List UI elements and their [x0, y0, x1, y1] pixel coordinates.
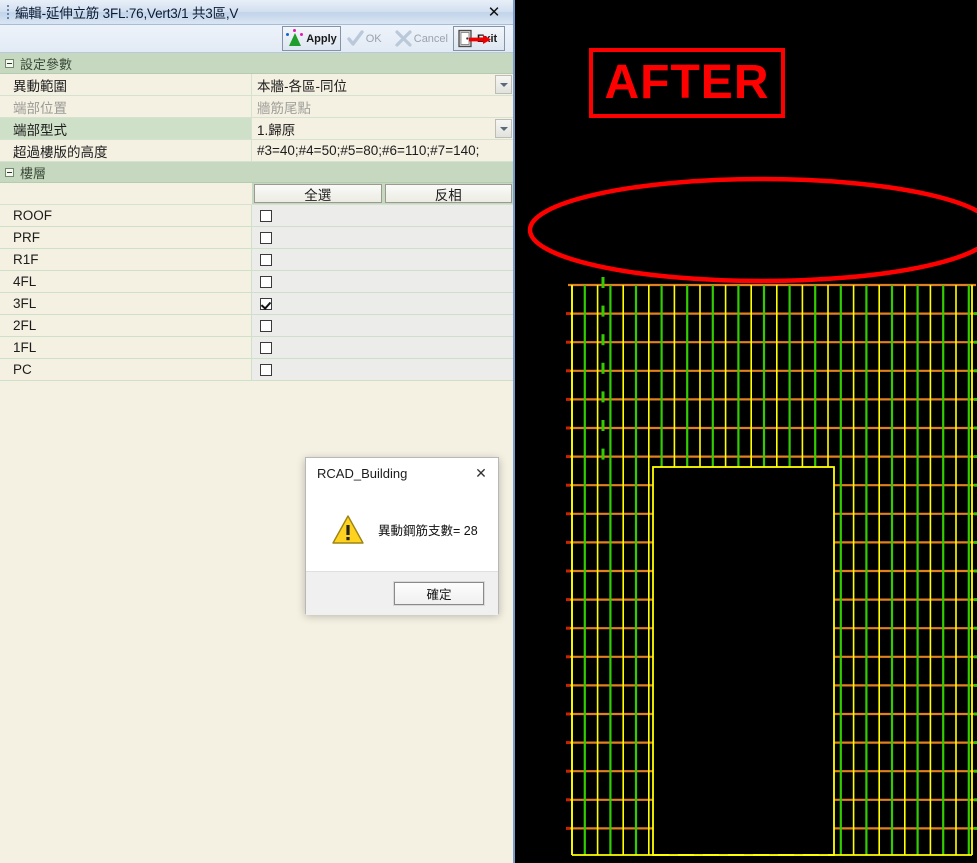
- floor-row[interactable]: 1FL: [0, 337, 513, 359]
- floor-label: 2FL: [0, 315, 252, 336]
- floor-checkbox[interactable]: [260, 341, 272, 354]
- close-icon[interactable]: ✕: [470, 462, 492, 484]
- settings-section-title: 設定參數: [20, 56, 73, 72]
- floors-section-header: 樓層: [0, 162, 513, 183]
- property-row-change-scope[interactable]: 異動範圍 本牆-各區-同位: [0, 74, 513, 96]
- drag-grip-icon[interactable]: [3, 0, 13, 25]
- floor-label: 3FL: [0, 293, 252, 314]
- property-label: 異動範圍: [0, 74, 252, 95]
- message-dialog-title-bar: RCAD_Building ✕: [306, 458, 498, 488]
- floor-checkbox-cell[interactable]: [252, 359, 513, 380]
- property-value-text: 牆筋尾點: [257, 100, 311, 116]
- floor-row[interactable]: 4FL: [0, 271, 513, 293]
- rcad-message-dialog: RCAD_Building ✕ 異動鋼筋支數= 28 確定: [305, 457, 499, 615]
- property-value[interactable]: 1.歸原: [252, 118, 513, 139]
- red-arrow-icon: [469, 35, 491, 44]
- spacer: [0, 183, 252, 204]
- floor-row[interactable]: ROOF: [0, 205, 513, 227]
- property-value-text: 本牆-各區-同位: [257, 78, 347, 94]
- floor-row[interactable]: 3FL: [0, 293, 513, 315]
- rebar-elevation-drawing: [527, 176, 977, 856]
- invert-selection-button[interactable]: 反相: [384, 184, 512, 203]
- floors-action-row: 全選 反相: [0, 183, 513, 205]
- edit-vertical-rebar-dialog: 編輯-延伸立筋 3FL:76,Vert3/1 共3區,V ✕ Apply OK: [0, 0, 515, 863]
- cancel-button[interactable]: Cancel: [390, 26, 452, 51]
- message-dialog-text: 異動鋼筋支數= 28: [378, 524, 478, 538]
- collapse-floors-icon[interactable]: [5, 167, 14, 177]
- apply-button[interactable]: Apply: [282, 26, 341, 51]
- dialog-title-bar: 編輯-延伸立筋 3FL:76,Vert3/1 共3區,V ✕: [0, 0, 513, 25]
- floor-row[interactable]: 2FL: [0, 315, 513, 337]
- floor-checkbox[interactable]: [260, 231, 272, 244]
- close-icon[interactable]: ✕: [483, 2, 505, 22]
- warning-triangle-icon: [332, 514, 364, 545]
- property-value[interactable]: #3=40;#4=50;#5=80;#6=110;#7=140;: [252, 140, 513, 161]
- checkmark-icon: [346, 29, 365, 48]
- screen-root: 編輯-延伸立筋 3FL:76,Vert3/1 共3區,V ✕ Apply OK: [0, 0, 977, 863]
- floor-checkbox-cell[interactable]: [252, 315, 513, 336]
- collapse-settings-icon[interactable]: [5, 58, 14, 68]
- after-annotation-label: AFTER: [604, 56, 770, 109]
- floor-checkbox[interactable]: [260, 209, 272, 222]
- floor-label: PC: [0, 359, 252, 380]
- floor-checkbox-cell[interactable]: [252, 337, 513, 358]
- property-label: 端部位置: [0, 96, 252, 117]
- chevron-down-icon[interactable]: [495, 119, 512, 138]
- property-label: 端部型式: [0, 118, 252, 139]
- property-label: 超過樓版的高度: [0, 140, 252, 161]
- select-all-button[interactable]: 全選: [254, 184, 382, 203]
- floor-row[interactable]: PRF: [0, 227, 513, 249]
- message-dialog-title: RCAD_Building: [317, 465, 408, 481]
- property-row-end-type[interactable]: 端部型式 1.歸原: [0, 118, 513, 140]
- floor-list: ROOF PRF R1F 4FL 3FL 2FL 1FL PC: [0, 205, 513, 381]
- floor-checkbox[interactable]: [260, 297, 272, 310]
- cad-drawing-view[interactable]: AFTER: [517, 0, 977, 863]
- floor-label: 1FL: [0, 337, 252, 358]
- settings-section-header: 設定參數: [0, 53, 513, 74]
- floor-label: R1F: [0, 249, 252, 270]
- chevron-down-icon[interactable]: [495, 75, 512, 94]
- message-dialog-body: 異動鋼筋支數= 28: [306, 488, 498, 571]
- after-annotation-box: AFTER: [589, 48, 785, 118]
- property-value-text: 1.歸原: [257, 122, 296, 138]
- message-dialog-footer: 確定: [306, 571, 498, 615]
- confirm-button[interactable]: 確定: [393, 581, 485, 606]
- dialog-title: 編輯-延伸立筋 3FL:76,Vert3/1 共3區,V: [15, 6, 239, 21]
- floor-checkbox[interactable]: [260, 363, 272, 376]
- cross-icon: [394, 29, 413, 48]
- property-value[interactable]: 本牆-各區-同位: [252, 74, 513, 95]
- floor-label: ROOF: [0, 205, 252, 226]
- cancel-button-label: Cancel: [413, 32, 448, 45]
- floor-label: 4FL: [0, 271, 252, 292]
- exit-button[interactable]: Exit: [453, 26, 505, 51]
- ok-button[interactable]: OK: [342, 26, 389, 51]
- ok-button-label: OK: [365, 32, 382, 45]
- floor-checkbox-cell[interactable]: [252, 293, 513, 314]
- apply-icon: [286, 29, 305, 48]
- floor-checkbox-cell[interactable]: [252, 249, 513, 270]
- floor-checkbox[interactable]: [260, 253, 272, 266]
- floor-checkbox[interactable]: [260, 319, 272, 332]
- floor-checkbox-cell[interactable]: [252, 227, 513, 248]
- panel-empty-area: [0, 381, 511, 863]
- floor-label: PRF: [0, 227, 252, 248]
- property-value-text: #3=40;#4=50;#5=80;#6=110;#7=140;: [257, 143, 480, 158]
- floor-row[interactable]: R1F: [0, 249, 513, 271]
- floor-row[interactable]: PC: [0, 359, 513, 381]
- property-row-end-position: 端部位置 牆筋尾點: [0, 96, 513, 118]
- floor-checkbox[interactable]: [260, 275, 272, 288]
- floor-checkbox-cell[interactable]: [252, 205, 513, 226]
- floor-checkbox-cell[interactable]: [252, 271, 513, 292]
- apply-button-label: Apply: [306, 32, 337, 45]
- dialog-toolbar: Apply OK Cancel: [0, 25, 513, 53]
- floors-section-title: 樓層: [20, 165, 47, 181]
- property-value: 牆筋尾點: [252, 96, 513, 117]
- property-row-height-above-slab[interactable]: 超過樓版的高度 #3=40;#4=50;#5=80;#6=110;#7=140;: [0, 140, 513, 162]
